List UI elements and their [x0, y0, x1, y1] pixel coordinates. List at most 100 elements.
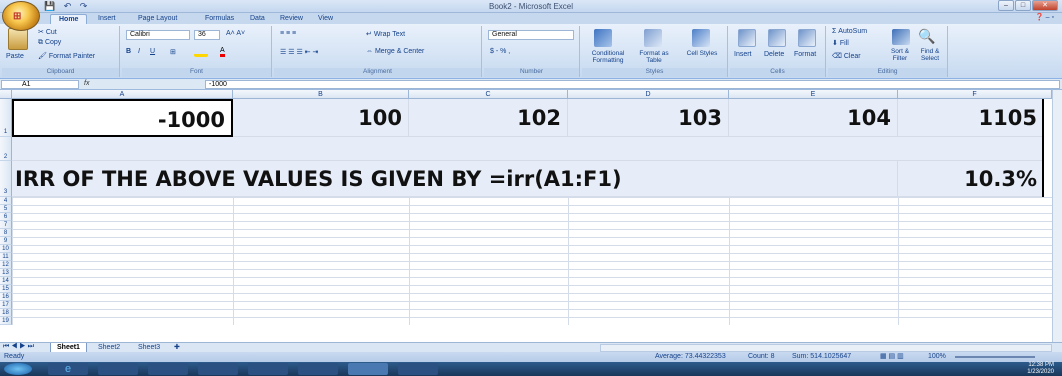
number-format-select[interactable]: General	[488, 30, 574, 40]
cell-d1[interactable]: 103	[568, 99, 729, 137]
row-header-13[interactable]: 13	[0, 269, 12, 277]
row-header-14[interactable]: 14	[0, 277, 12, 285]
cell-e1[interactable]: 104	[729, 99, 898, 137]
help-icon[interactable]: ❓ – ▫	[1035, 13, 1054, 21]
folder-icon[interactable]	[198, 363, 238, 375]
fill-button[interactable]: ⬇ Fill	[832, 39, 849, 47]
font-size-select[interactable]: 36	[194, 30, 220, 40]
cell-styles-icon[interactable]	[692, 29, 710, 47]
copy-button[interactable]: ⧉ Copy	[38, 39, 61, 47]
sort-filter-button[interactable]: Sort & Filter	[886, 48, 914, 62]
name-box[interactable]: A1	[1, 80, 79, 89]
format-cells-icon[interactable]	[798, 29, 816, 47]
close-button[interactable]: ✕	[1032, 0, 1058, 11]
paint-icon[interactable]	[398, 363, 438, 375]
zoom-level[interactable]: 100%	[928, 352, 946, 362]
row-header-12[interactable]: 12	[0, 261, 12, 269]
conditional-formatting-button[interactable]: Conditional Formatting	[584, 50, 632, 64]
format-painter-button[interactable]: 🖌 Format Painter	[38, 52, 95, 60]
row-2-cells[interactable]	[12, 137, 1044, 161]
select-all-corner[interactable]	[0, 90, 12, 99]
paste-button[interactable]: Paste	[6, 53, 24, 60]
grow-shrink-font-icon[interactable]: A˄ A˅	[226, 30, 245, 37]
row-header-7[interactable]: 7	[0, 221, 12, 229]
cell-c1[interactable]: 102	[409, 99, 568, 137]
formula-input[interactable]: -1000	[205, 80, 1060, 89]
tab-review[interactable]: Review	[280, 14, 303, 24]
insert-cells-icon[interactable]	[738, 29, 756, 47]
chrome-window-icon[interactable]	[298, 363, 338, 375]
cell-b1[interactable]: 100	[233, 99, 409, 137]
row-header-1[interactable]: 1	[0, 99, 12, 137]
insert-cells-button[interactable]: Insert	[734, 51, 752, 58]
row-header-9[interactable]: 9	[0, 237, 12, 245]
media-player-icon[interactable]	[98, 363, 138, 375]
row-header-17[interactable]: 17	[0, 301, 12, 309]
align-left-icon[interactable]: ☰ ☰ ☰ ⇤ ⇥	[280, 48, 318, 56]
find-select-button[interactable]: Find & Select	[916, 48, 944, 62]
column-header-a[interactable]: A	[12, 90, 233, 99]
skype-icon[interactable]	[248, 363, 288, 375]
row-header-3[interactable]: 3	[0, 161, 12, 197]
tab-page-layout[interactable]: Page Layout	[138, 14, 177, 24]
delete-cells-icon[interactable]	[768, 29, 786, 47]
row-header-4[interactable]: 4	[0, 197, 12, 205]
row-header-10[interactable]: 10	[0, 245, 12, 253]
autosum-button[interactable]: Σ AutoSum	[832, 28, 867, 35]
minimize-button[interactable]: –	[998, 0, 1014, 11]
row-header-19[interactable]: 19	[0, 317, 12, 325]
accounting-format-icon[interactable]: $ - % ,	[490, 48, 510, 55]
worksheet-grid[interactable]: A B C D E F 1 2 3 4 5 6 7 8 9 10 11 12 1…	[0, 90, 1062, 342]
cell-f1[interactable]: 1105	[898, 99, 1044, 137]
cell-styles-button[interactable]: Cell Styles	[684, 50, 720, 57]
delete-cells-button[interactable]: Delete	[764, 51, 784, 58]
paste-icon[interactable]	[8, 28, 28, 50]
clear-button[interactable]: ⌫ Clear	[832, 52, 861, 60]
conditional-formatting-icon[interactable]	[594, 29, 612, 47]
row-header-18[interactable]: 18	[0, 309, 12, 317]
borders-icon[interactable]: ⊞	[170, 48, 176, 56]
horizontal-scrollbar[interactable]	[600, 344, 1052, 352]
italic-button[interactable]: I	[138, 48, 140, 55]
view-buttons-icon[interactable]: ▦ ▤ ▥	[880, 352, 904, 362]
tab-view[interactable]: View	[318, 14, 333, 24]
ie-icon[interactable]: e	[48, 363, 88, 375]
column-header-f[interactable]: F	[898, 90, 1052, 99]
find-select-icon[interactable]: 🔍	[918, 28, 935, 45]
insert-sheet-icon[interactable]: ✚	[174, 343, 180, 351]
merge-center-button[interactable]: ⇔ Merge & Center	[366, 48, 424, 55]
tab-insert[interactable]: Insert	[98, 14, 116, 24]
fill-color-icon[interactable]	[194, 48, 208, 57]
chrome-icon[interactable]	[148, 363, 188, 375]
tab-data[interactable]: Data	[250, 14, 265, 24]
row-header-2[interactable]: 2	[0, 137, 12, 161]
insert-function-icon[interactable]: fx	[84, 80, 89, 87]
column-header-c[interactable]: C	[409, 90, 568, 99]
cell-a1[interactable]: -1000	[12, 99, 233, 137]
font-color-icon[interactable]: A	[220, 47, 225, 57]
underline-button[interactable]: U	[150, 48, 155, 55]
row-header-8[interactable]: 8	[0, 229, 12, 237]
start-button-icon[interactable]	[4, 363, 32, 375]
maximize-button[interactable]: □	[1015, 0, 1031, 11]
format-cells-button[interactable]: Format	[794, 51, 816, 58]
row-header-6[interactable]: 6	[0, 213, 12, 221]
column-header-e[interactable]: E	[729, 90, 898, 99]
row-header-11[interactable]: 11	[0, 253, 12, 261]
vertical-scrollbar[interactable]	[1052, 90, 1062, 342]
tab-formulas[interactable]: Formulas	[205, 14, 234, 24]
zoom-slider[interactable]	[955, 356, 1035, 358]
row-header-5[interactable]: 5	[0, 205, 12, 213]
bold-button[interactable]: B	[126, 48, 131, 55]
row-header-15[interactable]: 15	[0, 285, 12, 293]
clock[interactable]: 12:38 PM 1/23/2020	[1027, 362, 1054, 376]
excel-icon[interactable]	[348, 363, 388, 375]
tab-home[interactable]: Home	[50, 14, 88, 24]
align-top-icon[interactable]: ≡ ≡ ≡	[280, 30, 296, 37]
cut-button[interactable]: ✂ Cut	[38, 28, 57, 36]
format-as-table-icon[interactable]	[644, 29, 662, 47]
sheet-nav-arrows-icon[interactable]: ⏮ ◀ ▶ ⏭	[3, 343, 34, 351]
row-header-16[interactable]: 16	[0, 293, 12, 301]
column-header-d[interactable]: D	[568, 90, 729, 99]
format-as-table-button[interactable]: Format as Table	[634, 50, 674, 64]
